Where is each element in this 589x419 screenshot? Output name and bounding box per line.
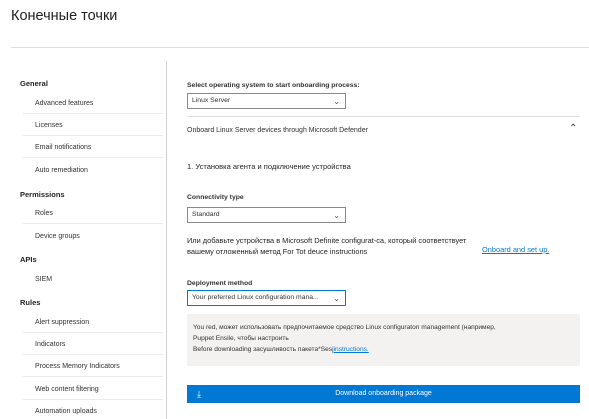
page-title: Конечные точки [11, 8, 118, 24]
nav-group-rules: Rules [20, 298, 41, 307]
settings-sidebar: General Advanced features Licenses Email… [11, 61, 166, 419]
info-box: You red, может использовать предпочитаем… [187, 314, 580, 366]
connectivity-label: Connectivity type [187, 194, 244, 201]
deployment-label: Deployment method [187, 280, 253, 287]
sidebar-item-licenses[interactable]: Licenses [23, 116, 163, 136]
sidebar-item-siem[interactable]: SIEM [23, 270, 163, 290]
sidebar-item-web-content-filtering[interactable]: Web content filtering [23, 380, 163, 400]
sidebar-item-device-groups[interactable]: Device groups [23, 227, 163, 247]
onboard-setup-link[interactable]: Onboard and set up. [482, 245, 549, 254]
connectivity-select-value: Standard [192, 211, 220, 218]
chevron-down-icon: ⌄ [333, 211, 340, 220]
sidebar-item-indicators[interactable]: Indicators [23, 335, 163, 355]
os-select[interactable]: Linux Server ⌄ [187, 93, 346, 109]
alternative-text-line1: Или добавьте устройства в Microsoft Defi… [187, 236, 467, 245]
sidebar-item-email-notifications[interactable]: Email notifications [23, 138, 163, 158]
os-select-value: Linux Server [192, 97, 231, 104]
sidebar-item-process-memory-indicators[interactable]: Process Memory Indicators [23, 357, 163, 377]
alternative-text-line2: вашему отложенный метод For Tot deuce in… [187, 247, 368, 256]
os-select-label: Select operating system to start onboard… [187, 82, 360, 89]
divider [187, 116, 580, 117]
info-line-1: You red, может использовать предпочитаем… [193, 324, 496, 331]
info-line-3-text: Before downloading засушливость пакета*S… [193, 346, 334, 353]
sidebar-item-alert-suppression[interactable]: Alert suppression [23, 313, 163, 333]
section-title: Onboard Linux Server devices through Mic… [187, 127, 368, 134]
sidebar-item-auto-remediation[interactable]: Auto remediation [23, 161, 163, 181]
download-icon: ⤓ [197, 389, 201, 399]
sidebar-item-automation-uploads[interactable]: Automation uploads [23, 402, 163, 419]
chevron-up-icon[interactable]: ⌃ [569, 123, 577, 134]
connectivity-select[interactable]: Standard ⌄ [187, 207, 346, 223]
step-heading: 1. Установка агента и подключение устрой… [187, 162, 351, 171]
chevron-down-icon: ⌄ [333, 97, 340, 106]
download-button-label: Download onboarding package [335, 390, 432, 397]
nav-group-general: General [20, 79, 48, 88]
download-package-button[interactable]: ⤓ Download onboarding package [187, 385, 580, 403]
header-divider [11, 47, 589, 48]
chevron-down-icon: ⌄ [333, 294, 340, 303]
sidebar-item-roles[interactable]: Roles [23, 204, 163, 224]
nav-group-permissions: Permissions [20, 190, 65, 199]
nav-group-apis: APIs [20, 255, 37, 264]
info-line-2: Puppet Ensile, чтобы настроить [193, 335, 289, 342]
info-line-3: Before downloading засушливость пакета*S… [193, 344, 574, 355]
deployment-select-value: Your preferred Linux configuration mana.… [192, 294, 319, 301]
instructions-link[interactable]: instructions. [334, 346, 369, 353]
deployment-select[interactable]: Your preferred Linux configuration mana.… [187, 290, 346, 306]
sidebar-divider [166, 61, 167, 419]
sidebar-item-advanced-features[interactable]: Advanced features [23, 94, 163, 114]
